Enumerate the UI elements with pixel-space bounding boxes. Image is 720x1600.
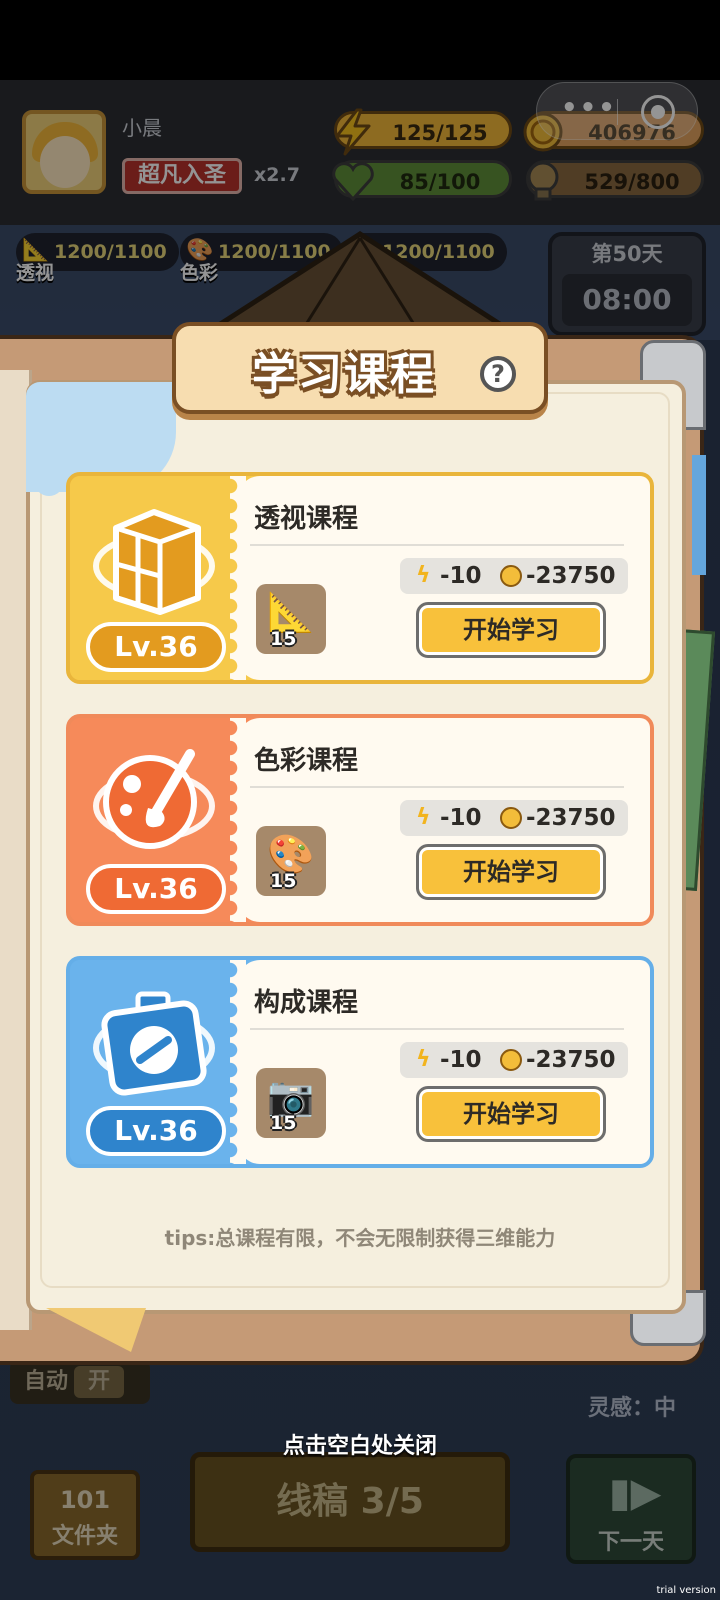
course-card-composition: Lv.36 构成课程 📷 15 ϟ -10 -23750 开始学习 (66, 956, 654, 1168)
course-level: Lv.36 (86, 864, 226, 914)
energy-cost: -10 (440, 805, 482, 831)
course-cost: ϟ -10 -23750 (400, 558, 628, 594)
course-cost: ϟ -10 -23750 (400, 800, 628, 836)
box-icon (93, 509, 215, 615)
course-level: Lv.36 (86, 1106, 226, 1156)
reward-qty: 15 (270, 628, 297, 650)
trial-watermark: trial version (656, 1585, 716, 1596)
energy-cost: -10 (440, 1047, 482, 1073)
coin-icon (500, 1049, 522, 1071)
course-card-perspective: Lv.36 透视课程 📐 15 ϟ -10 -23750 开始学习 (66, 472, 654, 684)
course-title: 透视课程 (254, 504, 359, 534)
course-title: 构成课程 (254, 988, 359, 1018)
course-cost: ϟ -10 -23750 (400, 1042, 628, 1078)
course-card-color: Lv.36 色彩课程 🎨 15 ϟ -10 -23750 开始学习 (66, 714, 654, 926)
course-title: 色彩课程 (254, 746, 359, 776)
coin-cost: -23750 (526, 805, 616, 831)
coin-icon (500, 807, 522, 829)
palette-brush-icon (93, 749, 215, 849)
coin-cost: -23750 (526, 1047, 616, 1073)
modal-title: 学习课程 (252, 349, 436, 400)
reward-item: 🎨 15 (256, 826, 326, 896)
lightning-icon: ϟ (416, 563, 431, 588)
reward-item: 📷 15 (256, 1068, 326, 1138)
close-hint: 点击空白处关闭 (282, 1434, 437, 1459)
course-level: Lv.36 (86, 622, 226, 672)
start-study-button[interactable]: 开始学习 (416, 1086, 606, 1142)
coin-icon (500, 565, 522, 587)
start-study-button[interactable]: 开始学习 (416, 602, 606, 658)
bookmark (692, 455, 706, 575)
lightning-icon: ϟ (416, 1047, 431, 1072)
camera-frame-icon (93, 991, 215, 1096)
reward-item: 📐 15 (256, 584, 326, 654)
reward-qty: 15 (270, 1112, 297, 1134)
help-icon[interactable]: ? (480, 356, 516, 392)
tips-text: tips:总课程有限，不会无限制获得三维能力 (164, 1226, 556, 1250)
coin-cost: -23750 (526, 563, 616, 589)
reward-qty: 15 (270, 870, 297, 892)
energy-cost: -10 (440, 563, 482, 589)
start-study-button[interactable]: 开始学习 (416, 844, 606, 900)
lightning-icon: ϟ (416, 805, 431, 830)
